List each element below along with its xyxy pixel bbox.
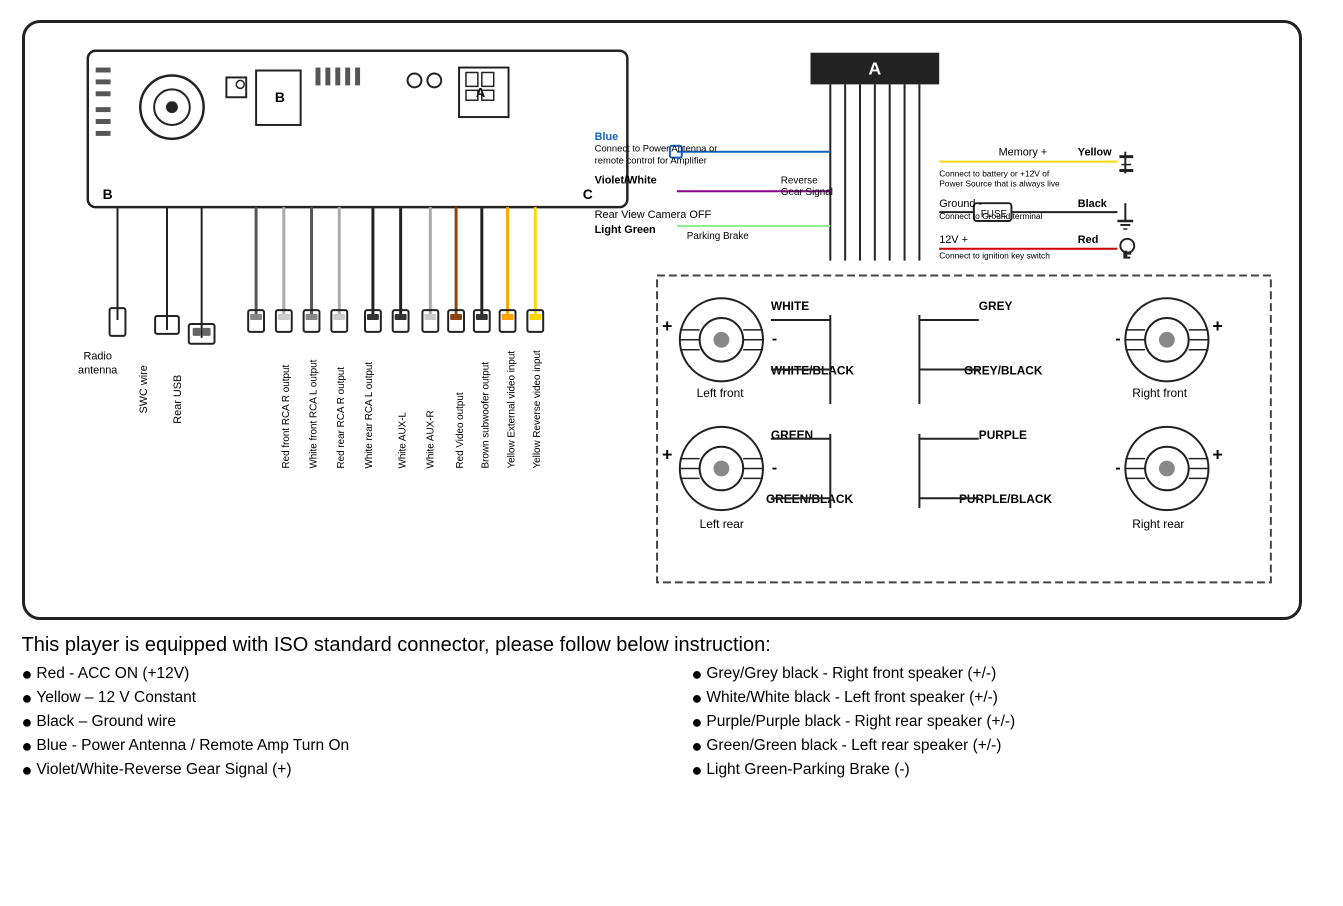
svg-text:FUSE: FUSE: [980, 209, 1007, 220]
svg-text:Connect to Power Antenna or: Connect to Power Antenna or: [594, 143, 717, 154]
bullet-icon: ●: [22, 665, 33, 683]
svg-text:C: C: [582, 186, 592, 202]
svg-text:Left front: Left front: [696, 386, 744, 400]
bullet-icon: ●: [22, 737, 33, 755]
svg-text:GREEN/BLACK: GREEN/BLACK: [765, 492, 853, 506]
bullet-icon: ●: [692, 761, 703, 779]
svg-text:White AUX-R: White AUX-R: [425, 410, 436, 468]
svg-text:-: -: [771, 459, 776, 476]
info-col-right: ● Grey/Grey black - Right front speaker …: [692, 665, 1302, 785]
bullet-icon: ●: [22, 761, 33, 779]
svg-text:Reverse: Reverse: [780, 175, 817, 186]
svg-text:Rear USB: Rear USB: [171, 375, 183, 424]
svg-text:+: +: [661, 445, 671, 465]
svg-text:12V +: 12V +: [939, 234, 968, 246]
diagram-inner: B A: [25, 23, 1299, 617]
svg-text:Rear View Camera OFF: Rear View Camera OFF: [594, 209, 711, 221]
svg-text:remote control for Amplifier: remote control for Amplifier: [594, 155, 706, 166]
svg-text:White front RCA L output: White front RCA L output: [308, 359, 319, 468]
svg-text:Left rear: Left rear: [699, 517, 743, 531]
svg-text:Light Green: Light Green: [594, 224, 655, 236]
info-section: This player is equipped with ISO standar…: [22, 634, 1302, 785]
bullet-icon: ●: [692, 713, 703, 731]
list-item: ● Light Green-Parking Brake (-): [692, 761, 1302, 779]
svg-text:Connect to Ground terminal: Connect to Ground terminal: [939, 211, 1042, 221]
svg-text:Connect to battery or +12V of: Connect to battery or +12V of: [939, 168, 1050, 178]
list-item: ● Black – Ground wire: [22, 713, 632, 731]
svg-text:+: +: [661, 316, 671, 336]
svg-text:-: -: [1115, 459, 1120, 476]
svg-text:B: B: [274, 89, 284, 105]
svg-text:PURPLE/BLACK: PURPLE/BLACK: [959, 492, 1052, 506]
svg-text:antenna: antenna: [78, 364, 118, 376]
list-item: ● Blue - Power Antenna / Remote Amp Turn…: [22, 737, 632, 755]
svg-text:A: A: [475, 85, 484, 100]
svg-text:Memory +: Memory +: [998, 147, 1047, 159]
svg-text:Gear Signal: Gear Signal: [780, 187, 832, 198]
svg-text:+: +: [1212, 445, 1222, 465]
svg-text:Brown subwoofer output: Brown subwoofer output: [480, 362, 491, 469]
svg-text:GREY: GREY: [978, 299, 1012, 313]
svg-text:Black: Black: [1077, 198, 1107, 210]
svg-text:Blue: Blue: [594, 131, 618, 143]
info-columns: ● Red - ACC ON (+12V) ● Yellow – 12 V Co…: [22, 665, 1302, 785]
svg-text:GREEN: GREEN: [770, 428, 812, 442]
svg-text:Violet/White: Violet/White: [594, 174, 656, 186]
svg-text:Red Video output: Red Video output: [455, 392, 466, 468]
bullet-icon: ●: [692, 737, 703, 755]
svg-text:Connect to ignition key switch: Connect to ignition key switch: [939, 251, 1050, 261]
list-item: ● Grey/Grey black - Right front speaker …: [692, 665, 1302, 683]
list-item: ● Red - ACC ON (+12V): [22, 665, 632, 683]
info-col-left: ● Red - ACC ON (+12V) ● Yellow – 12 V Co…: [22, 665, 632, 785]
svg-text:B: B: [102, 186, 112, 202]
svg-text:Power Source that is always li: Power Source that is always live: [939, 178, 1060, 188]
svg-text:-: -: [1115, 331, 1120, 348]
svg-text:Red: Red: [1077, 234, 1098, 246]
svg-text:Right rear: Right rear: [1132, 517, 1184, 531]
bullet-icon: ●: [692, 665, 703, 683]
wiring-diagram-svg: B A: [25, 23, 1299, 617]
svg-text:Parking Brake: Parking Brake: [686, 231, 749, 242]
list-item: ● Purple/Purple black - Right rear speak…: [692, 713, 1302, 731]
svg-text:Right front: Right front: [1132, 386, 1187, 400]
list-item: ● White/White black - Left front speaker…: [692, 689, 1302, 707]
info-title: This player is equipped with ISO standar…: [22, 634, 1302, 657]
svg-text:WHITE: WHITE: [770, 299, 808, 313]
svg-text:Yellow External video input: Yellow External video input: [506, 351, 517, 469]
svg-text:PURPLE: PURPLE: [978, 428, 1026, 442]
svg-text:GREY/BLACK: GREY/BLACK: [963, 363, 1042, 377]
list-item: ● Green/Green black - Left rear speaker …: [692, 737, 1302, 755]
svg-text:WHITE/BLACK: WHITE/BLACK: [770, 363, 854, 377]
svg-text:Yellow: Yellow: [1077, 147, 1111, 159]
svg-text:Red rear RCA R output: Red rear RCA R output: [336, 367, 347, 469]
svg-text:-: -: [771, 331, 776, 348]
svg-text:Radio: Radio: [83, 351, 111, 363]
svg-text:A: A: [868, 58, 881, 78]
bullet-icon: ●: [22, 713, 33, 731]
list-item: ● Yellow – 12 V Constant: [22, 689, 632, 707]
bullet-icon: ●: [692, 689, 703, 707]
svg-text:Red front RCA R output: Red front RCA R output: [280, 365, 291, 469]
svg-text:Yellow Reverse video input: Yellow Reverse video input: [532, 350, 543, 468]
svg-text:White rear RCA L output: White rear RCA L output: [363, 362, 374, 469]
list-item: ● Violet/White-Reverse Gear Signal (+): [22, 761, 632, 779]
main-container: B A: [22, 20, 1322, 785]
bullet-icon: ●: [22, 689, 33, 707]
diagram-box: B A: [22, 20, 1302, 620]
svg-text:Ground -: Ground -: [939, 198, 982, 210]
svg-text:+: +: [1212, 316, 1222, 336]
svg-text:White AUX-L: White AUX-L: [397, 411, 408, 468]
svg-text:SWC wire: SWC wire: [138, 365, 150, 413]
